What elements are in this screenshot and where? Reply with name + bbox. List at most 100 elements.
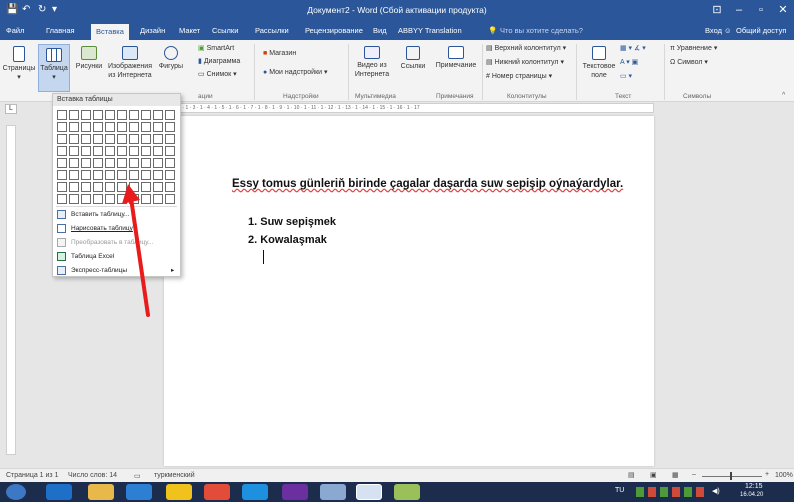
footer-button[interactable]: ▤ Нижний колонтитул ▾ — [486, 58, 564, 66]
table-grid-cell[interactable] — [129, 122, 139, 132]
chart-button[interactable]: ▮ Диаграмма — [198, 57, 240, 65]
tray-icons[interactable] — [636, 487, 706, 497]
table-grid-cell[interactable] — [165, 170, 175, 180]
tab-mailings[interactable]: Рассылки — [255, 26, 289, 35]
table-grid-cell[interactable] — [105, 134, 115, 144]
table-grid-cell[interactable] — [129, 146, 139, 156]
table-grid-cell[interactable] — [129, 110, 139, 120]
table-grid-cell[interactable] — [93, 146, 103, 156]
table-grid-cell[interactable] — [141, 122, 151, 132]
tab-insert[interactable]: Вставка — [91, 24, 129, 40]
table-grid-cell[interactable] — [57, 194, 67, 204]
online-pictures-button[interactable]: Изображения из Интернета — [106, 46, 154, 80]
zoom-in-icon[interactable]: + — [765, 471, 769, 478]
table-grid-cell[interactable] — [93, 194, 103, 204]
table-grid-cell[interactable] — [153, 158, 163, 168]
internet-explorer-icon[interactable] — [46, 484, 72, 500]
tab-references[interactable]: Ссылки — [212, 26, 238, 35]
table-grid-cell[interactable] — [57, 134, 67, 144]
table-grid-cell[interactable] — [57, 170, 67, 180]
app-icon[interactable] — [394, 484, 420, 500]
symbol-button[interactable]: Ω Символ ▾ — [670, 58, 708, 66]
table-grid-cell[interactable] — [141, 158, 151, 168]
table-grid-cell[interactable] — [81, 110, 91, 120]
table-grid-cell[interactable] — [117, 110, 127, 120]
links-button[interactable]: Ссылки — [397, 46, 429, 71]
smartart-button[interactable]: ▣ SmartArt — [198, 44, 234, 52]
screenshot-button[interactable]: ▭ Снимок ▾ — [198, 70, 237, 78]
table-grid-cell[interactable] — [117, 158, 127, 168]
table-grid-cell[interactable] — [81, 134, 91, 144]
table-grid-cell[interactable] — [57, 122, 67, 132]
table-grid-cell[interactable] — [81, 146, 91, 156]
clock-date[interactable]: 16.04.20 — [740, 492, 763, 498]
tab-view[interactable]: Вид — [373, 26, 387, 35]
table-grid-cell[interactable] — [105, 146, 115, 156]
share-icon[interactable]: ☺ — [724, 26, 732, 35]
print-layout-icon[interactable]: ▣ — [650, 471, 657, 479]
vertical-ruler[interactable] — [6, 125, 16, 455]
menu-item-insert-table[interactable]: Вставить таблицу... — [53, 207, 180, 222]
list-item[interactable]: 1. Suw sepişmek — [248, 216, 336, 228]
close-button[interactable]: ✕ — [772, 2, 794, 18]
start-button[interactable] — [6, 484, 26, 500]
maximize-button[interactable]: ▫ — [750, 2, 772, 18]
menu-item-quick-tables[interactable]: Экспресс-таблицы ▸ — [53, 263, 180, 278]
textbox-button[interactable]: Текстовое поле — [582, 46, 616, 80]
table-grid-cell[interactable] — [69, 158, 79, 168]
table-grid-cell[interactable] — [105, 194, 115, 204]
share-button[interactable]: Общий доступ — [736, 26, 786, 35]
table-grid-cell[interactable] — [117, 146, 127, 156]
word-icon[interactable] — [356, 484, 382, 500]
skype-icon[interactable] — [242, 484, 268, 500]
table-grid-cell[interactable] — [57, 182, 67, 192]
table-grid-cell[interactable] — [105, 122, 115, 132]
table-grid-cell[interactable] — [165, 146, 175, 156]
shapes-button[interactable]: Фигуры — [156, 46, 186, 71]
table-grid-cell[interactable] — [165, 182, 175, 192]
table-grid-cell[interactable] — [69, 122, 79, 132]
table-grid-cell[interactable] — [69, 110, 79, 120]
wordart-icon[interactable]: A ▾ ▣ — [620, 58, 638, 66]
table-grid-cell[interactable] — [57, 158, 67, 168]
table-grid-cell[interactable] — [117, 134, 127, 144]
zoom-slider-thumb[interactable] — [730, 472, 732, 480]
table-grid-cell[interactable] — [69, 146, 79, 156]
list-item[interactable]: 2. Kowalaşmak — [248, 234, 327, 246]
tab-file[interactable]: Файл — [6, 26, 24, 35]
table-grid-cell[interactable] — [69, 182, 79, 192]
table-grid-cell[interactable] — [57, 146, 67, 156]
tab-abbyy[interactable]: ABBYY Translation — [398, 26, 462, 35]
zoom-level[interactable]: 100% — [775, 472, 793, 479]
clock-time[interactable]: 12:15 — [745, 483, 763, 490]
table-grid-cell[interactable] — [69, 134, 79, 144]
input-language[interactable]: TU — [615, 487, 624, 494]
table-grid-cell[interactable] — [69, 170, 79, 180]
volume-icon[interactable]: ◀) — [712, 487, 720, 495]
table-grid-cell[interactable] — [165, 158, 175, 168]
store-button[interactable]: ■ Магазин — [263, 50, 296, 57]
table-grid-cell[interactable] — [153, 122, 163, 132]
table-grid-cell[interactable] — [93, 110, 103, 120]
photoshop-icon[interactable] — [282, 484, 308, 500]
web-layout-icon[interactable]: ▦ — [672, 471, 679, 479]
table-grid-cell[interactable] — [153, 134, 163, 144]
app-icon[interactable] — [166, 484, 192, 500]
table-grid-cell[interactable] — [81, 122, 91, 132]
media-player-icon[interactable] — [126, 484, 152, 500]
table-grid-cell[interactable] — [57, 110, 67, 120]
my-addins-button[interactable]: ● Мои надстройки ▾ — [263, 68, 328, 76]
word-count[interactable]: Число слов: 14 — [68, 472, 117, 479]
table-grid-cell[interactable] — [69, 194, 79, 204]
table-grid-cell[interactable] — [165, 194, 175, 204]
pages-button[interactable]: Страницы ▾ — [2, 46, 36, 82]
document-paragraph[interactable]: Essy tomus günleriň birinde çagalar daşa… — [232, 176, 632, 193]
menu-item-excel-table[interactable]: Таблица Excel — [53, 249, 180, 264]
zoom-slider[interactable] — [702, 476, 762, 477]
page-number-button[interactable]: # Номер страницы ▾ — [486, 72, 552, 80]
comment-button[interactable]: Примечание — [432, 46, 480, 70]
table-grid-cell[interactable] — [105, 110, 115, 120]
equation-button[interactable]: π Уравнение ▾ — [670, 44, 717, 52]
tab-home[interactable]: Главная — [46, 26, 75, 35]
horizontal-ruler[interactable]: 1 · 2 · 1 · 3 · 1 · 4 · 1 · 5 · 1 · 6 · … — [164, 103, 654, 113]
